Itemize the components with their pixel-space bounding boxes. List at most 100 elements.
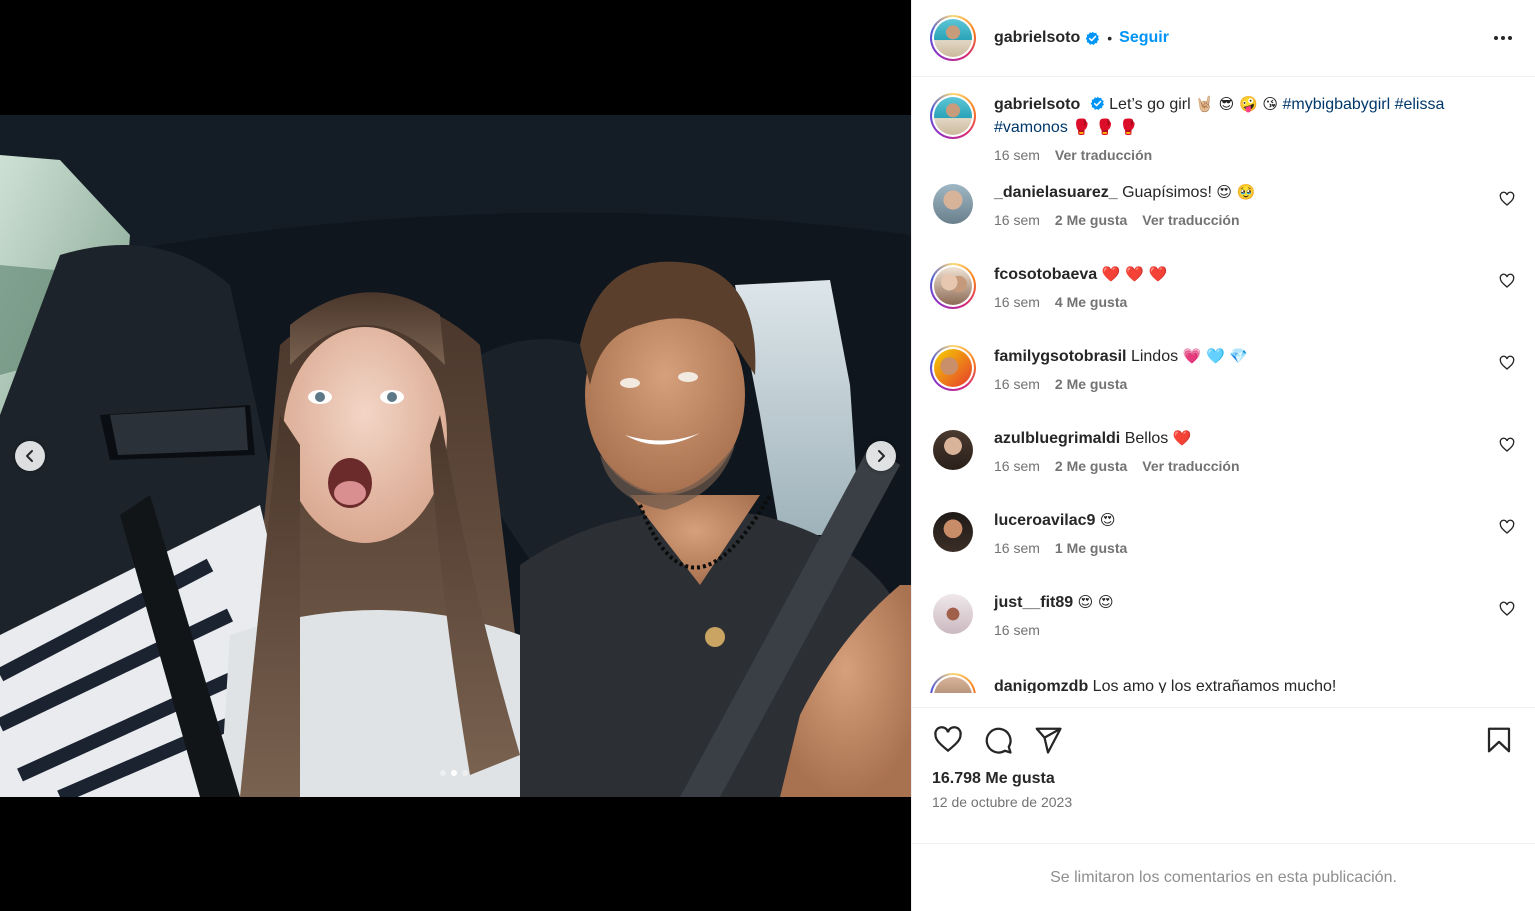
comment-item: just__fit89 😍 😍 16 sem: [930, 591, 1515, 673]
comment-text: Bellos: [1124, 430, 1169, 447]
likes-count[interactable]: 16.798 Me gusta: [932, 770, 1515, 788]
media-pane: [0, 0, 911, 911]
commenter-avatar[interactable]: [930, 345, 976, 391]
post-photo[interactable]: [0, 115, 911, 797]
caption-emojis: 🥊 🥊 🥊: [1072, 118, 1138, 136]
heart-icon: [934, 726, 962, 753]
header-separator: •: [1107, 30, 1113, 46]
comment-username[interactable]: danigomzdb: [994, 678, 1088, 693]
caption-username[interactable]: gabrielsoto: [994, 96, 1080, 113]
comment-emojis: 😍 🥹: [1216, 183, 1256, 201]
comment-item: luceroavilac9 😍 16 sem 1 Me gusta: [930, 509, 1515, 591]
commenter-avatar[interactable]: [933, 594, 973, 634]
chevron-left-icon: [26, 450, 33, 462]
carousel-prev-button[interactable]: [15, 441, 45, 471]
comment-item: familygsotobrasil Lindos 💗 🩵 💎 16 sem 2 M…: [930, 345, 1515, 427]
commenter-avatar-image: [934, 267, 972, 305]
carousel-dot: [440, 770, 446, 776]
share-button[interactable]: [1032, 724, 1064, 756]
comment-username[interactable]: azulbluegrimaldi: [994, 430, 1120, 447]
commenter-avatar-image: [934, 677, 972, 693]
caption-text: Let’s go girl: [1109, 96, 1191, 113]
photo-illustration: [0, 115, 911, 797]
comment-text: Los amo y los extrañamos mucho!: [1092, 678, 1337, 693]
post-header: gabrielsoto • Seguir: [912, 0, 1535, 77]
comment-item: azulbluegrimaldi Bellos ❤️ 16 sem 2 Me gu…: [930, 427, 1515, 509]
comment-time[interactable]: 16 sem: [994, 540, 1040, 556]
chevron-right-icon: [878, 450, 885, 462]
bookmark-icon: [1487, 727, 1511, 753]
carousel-dot-active: [451, 770, 457, 776]
hashtag-link[interactable]: #vamonos: [994, 119, 1068, 136]
comment-heart-icon[interactable]: [1499, 519, 1515, 535]
comment-heart-icon[interactable]: [1499, 437, 1515, 453]
comment-heart-icon[interactable]: [1499, 191, 1515, 207]
author-avatar-image: [934, 19, 972, 57]
commenter-avatar[interactable]: [933, 184, 973, 224]
comment-icon: [985, 727, 1012, 754]
comment-emojis: 💗 🩵 💎: [1182, 347, 1249, 365]
comment-emojis: ❤️: [1172, 429, 1192, 447]
comment-item-partial: danigomzdb Los amo y los extrañamos much…: [930, 673, 1515, 693]
comment-likes[interactable]: 4 Me gusta: [1055, 294, 1127, 310]
comment-likes[interactable]: 1 Me gusta: [1055, 540, 1127, 556]
more-options-button[interactable]: [1491, 26, 1515, 50]
post-viewer: gabrielsoto • Seguir gabrielsoto Let’s g…: [0, 0, 1535, 911]
carousel-next-button[interactable]: [866, 441, 896, 471]
save-button[interactable]: [1483, 724, 1515, 756]
comment-likes[interactable]: 2 Me gusta: [1055, 458, 1127, 474]
comment-time[interactable]: 16 sem: [994, 622, 1040, 638]
verified-icon: [1085, 31, 1100, 45]
comment-heart-icon[interactable]: [1499, 273, 1515, 289]
follow-button[interactable]: Seguir: [1119, 29, 1169, 47]
comment-heart-icon[interactable]: [1499, 355, 1515, 371]
comment-time[interactable]: 16 sem: [994, 376, 1040, 392]
caption-author-avatar[interactable]: [930, 93, 976, 139]
comment-username[interactable]: fcosotobaeva: [994, 266, 1097, 283]
comments-limited-notice: Se limitaron los comentarios en esta pub…: [912, 843, 1535, 911]
comment-time[interactable]: 16 sem: [994, 458, 1040, 474]
comment-time[interactable]: 16 sem: [994, 212, 1040, 228]
caption-time[interactable]: 16 sem: [994, 147, 1040, 163]
comment-emojis: 😍: [1099, 511, 1116, 529]
post-caption: gabrielsoto Let’s go girl 🤘🏼 😎 🤪 😘 #mybi…: [930, 93, 1515, 163]
comment-button[interactable]: [982, 724, 1014, 756]
comment-time[interactable]: 16 sem: [994, 294, 1040, 310]
author-avatar[interactable]: [930, 15, 976, 61]
comment-text: Lindos: [1130, 348, 1179, 365]
comment-heart-icon[interactable]: [1499, 601, 1515, 617]
comment-item: _danielasuarez_ Guapísimos! 😍 🥹 16 sem 2 …: [930, 181, 1515, 263]
hashtag-link[interactable]: #mybigbabygirl: [1283, 96, 1391, 113]
carousel-dot: [462, 770, 468, 776]
comments-list[interactable]: gabrielsoto Let’s go girl 🤘🏼 😎 🤪 😘 #mybi…: [912, 77, 1535, 707]
caption-author-avatar-image: [934, 97, 972, 135]
comment-username[interactable]: luceroavilac9: [994, 512, 1095, 529]
comment-username[interactable]: familygsotobrasil: [994, 348, 1126, 365]
post-side-panel: gabrielsoto • Seguir gabrielsoto Let’s g…: [911, 0, 1535, 911]
caption-emojis: 🤘🏼 😎 🤪 😘: [1195, 95, 1279, 113]
hashtag-link[interactable]: #elissa: [1395, 96, 1445, 113]
comment-likes[interactable]: 2 Me gusta: [1055, 212, 1127, 228]
comment-emojis: 😍 😍: [1077, 593, 1114, 611]
comment-text: Guapísimos!: [1122, 184, 1212, 201]
commenter-avatar[interactable]: [930, 673, 976, 693]
like-button[interactable]: [932, 724, 964, 756]
translate-link[interactable]: Ver traducción: [1055, 147, 1152, 163]
comment-username[interactable]: _danielasuarez_: [994, 184, 1118, 201]
post-date: 12 de octubre de 2023: [932, 794, 1073, 810]
translate-link[interactable]: Ver traducción: [1142, 458, 1239, 474]
more-icon: [1494, 36, 1512, 40]
commenter-avatar-image: [934, 349, 972, 387]
comment-emojis: ❤️ ❤️ ❤️: [1101, 265, 1168, 283]
commenter-avatar[interactable]: [933, 512, 973, 552]
post-actions: 16.798 Me gusta 12 de octubre de 2023: [912, 707, 1535, 843]
author-username[interactable]: gabrielsoto: [994, 29, 1080, 47]
comment-likes[interactable]: 2 Me gusta: [1055, 376, 1127, 392]
commenter-avatar[interactable]: [930, 263, 976, 309]
comment-username[interactable]: just__fit89: [994, 594, 1073, 611]
carousel-indicator: [440, 770, 468, 776]
verified-icon: [1090, 96, 1104, 110]
translate-link[interactable]: Ver traducción: [1142, 212, 1239, 228]
commenter-avatar[interactable]: [933, 430, 973, 470]
comment-item: fcosotobaeva ❤️ ❤️ ❤️ 16 sem 4 Me gusta: [930, 263, 1515, 345]
